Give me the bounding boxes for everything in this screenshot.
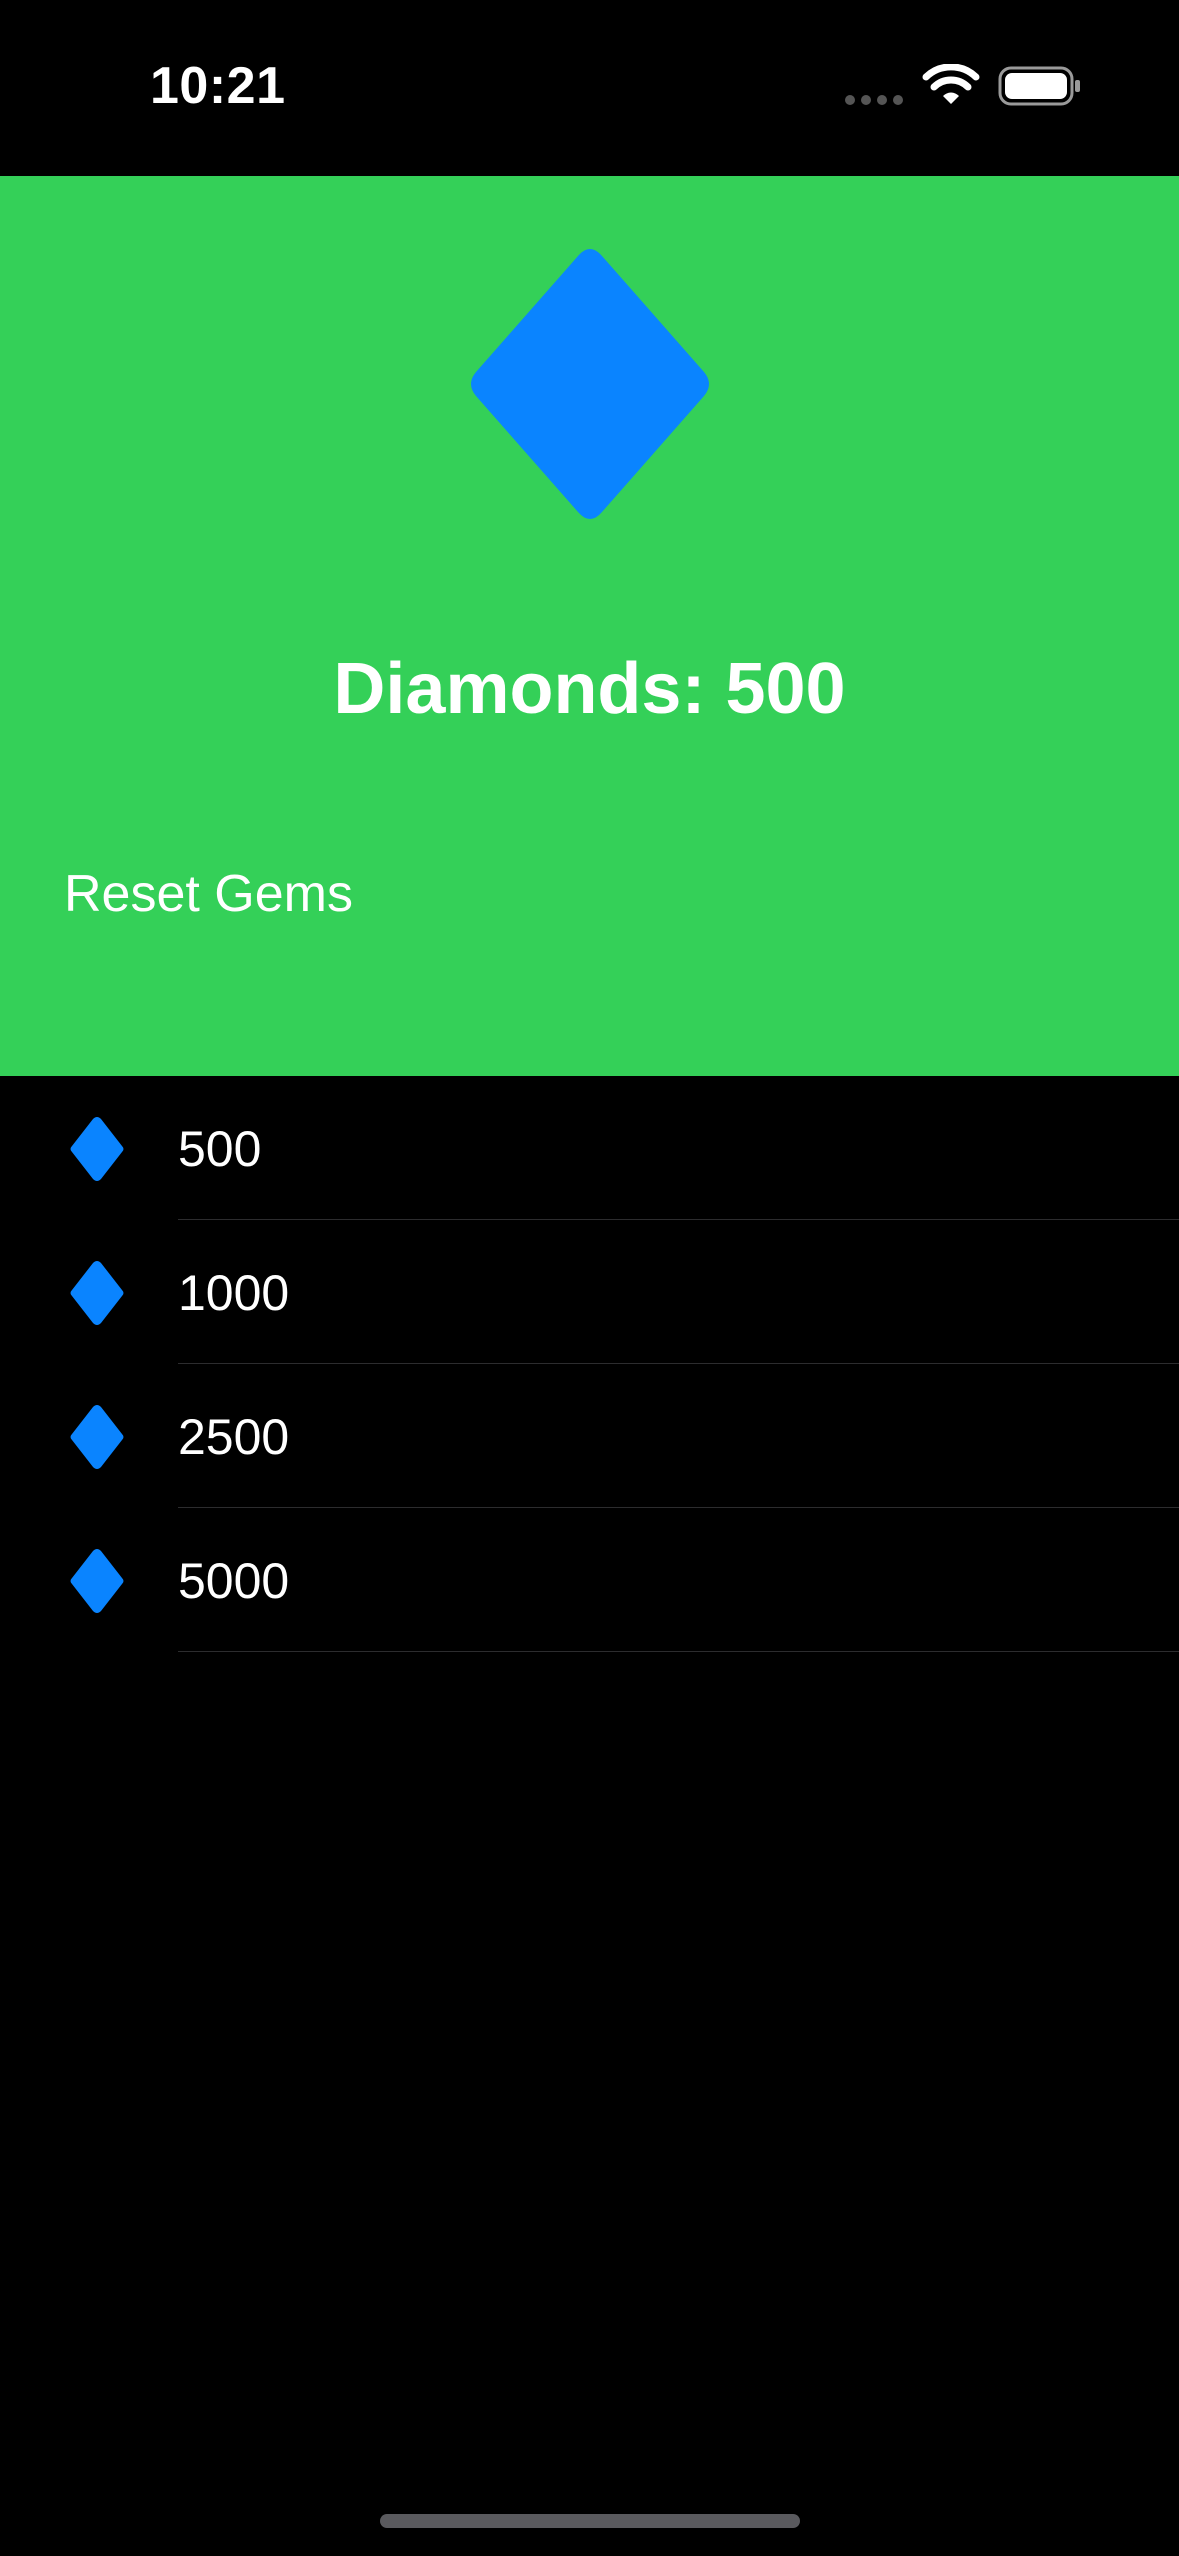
home-indicator[interactable] xyxy=(380,2514,800,2528)
status-time: 10:21 xyxy=(150,57,286,115)
wifi-icon xyxy=(922,64,980,104)
diamond-count-value: 500 xyxy=(725,649,846,729)
diamond-icon xyxy=(70,1549,124,1613)
list-item[interactable]: 500 xyxy=(0,1076,1179,1220)
package-amount: 5000 xyxy=(178,1553,290,1609)
diamond-icon xyxy=(70,1261,124,1325)
package-amount: 2500 xyxy=(178,1409,290,1465)
diamond-icon xyxy=(471,249,709,519)
package-amount: 500 xyxy=(178,1121,262,1177)
package-amount: 1000 xyxy=(178,1265,290,1321)
diamond-icon xyxy=(70,1405,124,1469)
cellular-signal-icon xyxy=(845,95,903,105)
diamond-count-label: Diamonds: xyxy=(333,649,726,729)
gems-header: Diamonds: 500 Reset Gems xyxy=(0,176,1179,1076)
list-item[interactable]: 1000 xyxy=(0,1220,1179,1364)
diamond-icon xyxy=(70,1117,124,1181)
list-item[interactable]: 2500 xyxy=(0,1364,1179,1508)
row-divider xyxy=(178,1651,1179,1652)
hero-diamond-shape xyxy=(471,249,709,519)
list-item[interactable]: 5000 xyxy=(0,1508,1179,1652)
battery-icon xyxy=(998,66,1080,106)
diamond-count-title: Diamonds: 500 xyxy=(0,648,1179,730)
gem-package-list: 500 1000 2500 5000 xyxy=(0,1076,1179,1652)
reset-gems-button[interactable]: Reset Gems xyxy=(64,864,353,924)
status-bar: 10:21 xyxy=(0,0,1179,176)
